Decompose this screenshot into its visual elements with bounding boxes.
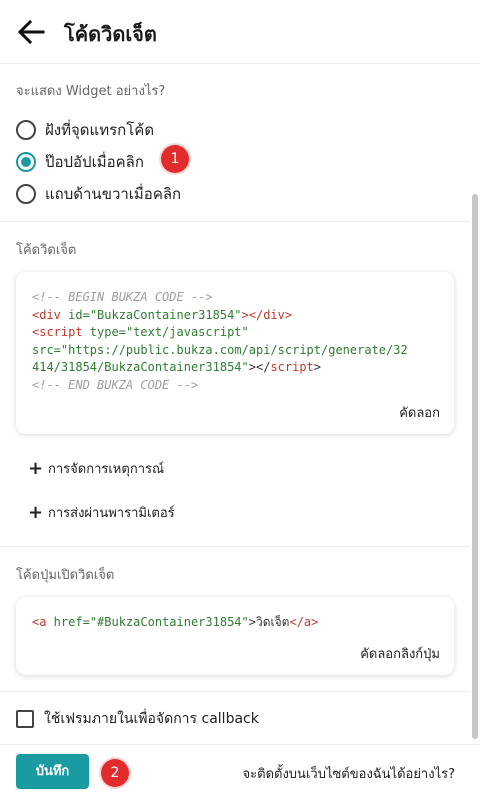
display-mode-label: จะแสดง Widget อย่างไร? <box>16 84 166 99</box>
expander-label: การส่งผ่านพารามิเตอร์ <box>48 506 175 521</box>
scrollbar-thumb[interactable] <box>472 194 478 739</box>
widget-code-label: โค้ดวิดเจ็ต <box>16 243 77 258</box>
scrollbar[interactable] <box>472 64 478 746</box>
widget-code-card: <!-- BEGIN BUKZA CODE --> <div id="Bukza… <box>16 272 454 434</box>
copy-code-button[interactable]: คัดลอก <box>399 402 440 423</box>
widget-code-block: <!-- BEGIN BUKZA CODE --> <div id="Bukza… <box>32 290 408 392</box>
step-badge-2: 2 <box>101 759 129 787</box>
radio-sidebar[interactable]: แถบด้านขวาเมื่อคลิก <box>16 182 181 206</box>
divider <box>0 691 470 692</box>
radio-button[interactable] <box>16 152 36 172</box>
arrow-left-icon <box>17 19 45 45</box>
button-code-block: <a href="#BukzaContainer31854">วิดเจ็ต</… <box>32 615 319 629</box>
radio-label: ป๊อปอัปเมื่อคลิก <box>45 153 144 171</box>
event-handling-expander[interactable]: + การจัดการเหตุการณ์ <box>28 458 164 479</box>
iframe-callback-label: ใช้เฟรมภายในเพื่อจัดการ callback <box>44 711 259 727</box>
radio-label: ฝังที่จุดแทรกโค้ด <box>45 121 155 139</box>
radio-button[interactable] <box>16 184 36 204</box>
expander-label: การจัดการเหตุการณ์ <box>48 462 165 477</box>
divider <box>0 221 470 222</box>
radio-popup[interactable]: ป๊อปอัปเมื่อคลิก <box>16 150 144 174</box>
page-title: โค้ดวิดเจ็ต <box>64 22 157 46</box>
footer-bar: บันทึก 2 จะติดตั้งบนเว็บไซต์ของฉันได้อย่… <box>0 744 480 797</box>
divider <box>0 546 470 547</box>
parameter-passing-expander[interactable]: + การส่งผ่านพารามิเตอร์ <box>28 502 175 523</box>
header-bar: โค้ดวิดเจ็ต <box>0 0 480 64</box>
save-button[interactable]: บันทึก <box>16 754 89 789</box>
button-code-card: <a href="#BukzaContainer31854">วิดเจ็ต</… <box>16 597 454 675</box>
iframe-callback-option[interactable]: ใช้เฟรมภายในเพื่อจัดการ callback <box>16 708 259 730</box>
back-button[interactable] <box>16 18 46 46</box>
radio-button[interactable] <box>16 120 36 140</box>
step-badge-1: 1 <box>161 145 189 173</box>
iframe-callback-checkbox[interactable] <box>16 710 34 728</box>
radio-embed[interactable]: ฝังที่จุดแทรกโค้ด <box>16 118 154 142</box>
plus-icon: + <box>28 458 44 479</box>
install-help-link[interactable]: จะติดตั้งบนเว็บไซต์ของฉันได้อย่างไร? <box>243 763 455 784</box>
copy-button-link[interactable]: คัดลอกลิงก์ปุ่ม <box>360 643 440 664</box>
button-code-label: โค้ดปุ่มเปิดวิดเจ็ต <box>16 568 115 583</box>
plus-icon: + <box>28 502 44 523</box>
radio-label: แถบด้านขวาเมื่อคลิก <box>45 185 182 203</box>
